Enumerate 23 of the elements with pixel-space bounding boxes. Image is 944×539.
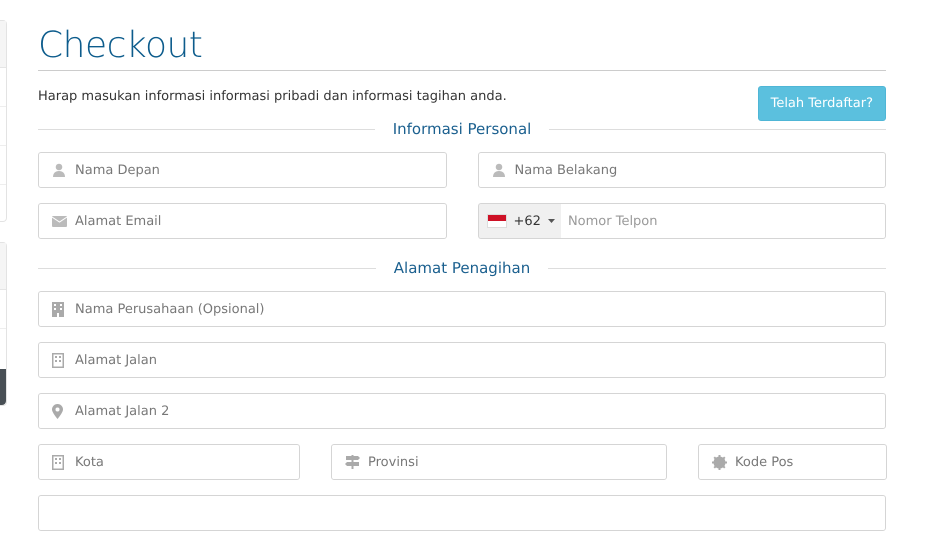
input-field[interactable]: Nama Depan [38,152,446,188]
building-icon [52,352,64,368]
seal-icon [712,454,727,470]
input-field[interactable] [38,495,886,531]
section-heading: Informasi Personal [392,120,532,138]
input-field[interactable]: Kota [38,444,300,480]
building-icon [52,302,64,316]
page-title: Checkout [38,24,886,71]
building-icon [52,454,64,470]
input-field[interactable]: Alamat Jalan 2 [38,393,886,429]
signpost-icon [345,455,360,469]
input-field[interactable]: Alamat Jalan [38,342,886,378]
envelope-icon [52,216,67,226]
input-field[interactable]: Kode Pos [698,444,887,480]
location-pin-icon [52,404,63,418]
input-field[interactable]: Nama Belakang [478,152,886,188]
description-text: Harap masukan informasi informasi pribadi dan informasi tagihan anda. [38,89,507,104]
input-field[interactable]: Nama Perusahaan (Opsional) [38,291,886,327]
user-icon [492,163,506,177]
input-field[interactable]: Alamat Email [38,203,446,239]
input-field[interactable]: Provinsi [331,444,667,480]
user-icon [52,163,66,177]
section-heading: Alamat Penagihan [394,259,530,277]
